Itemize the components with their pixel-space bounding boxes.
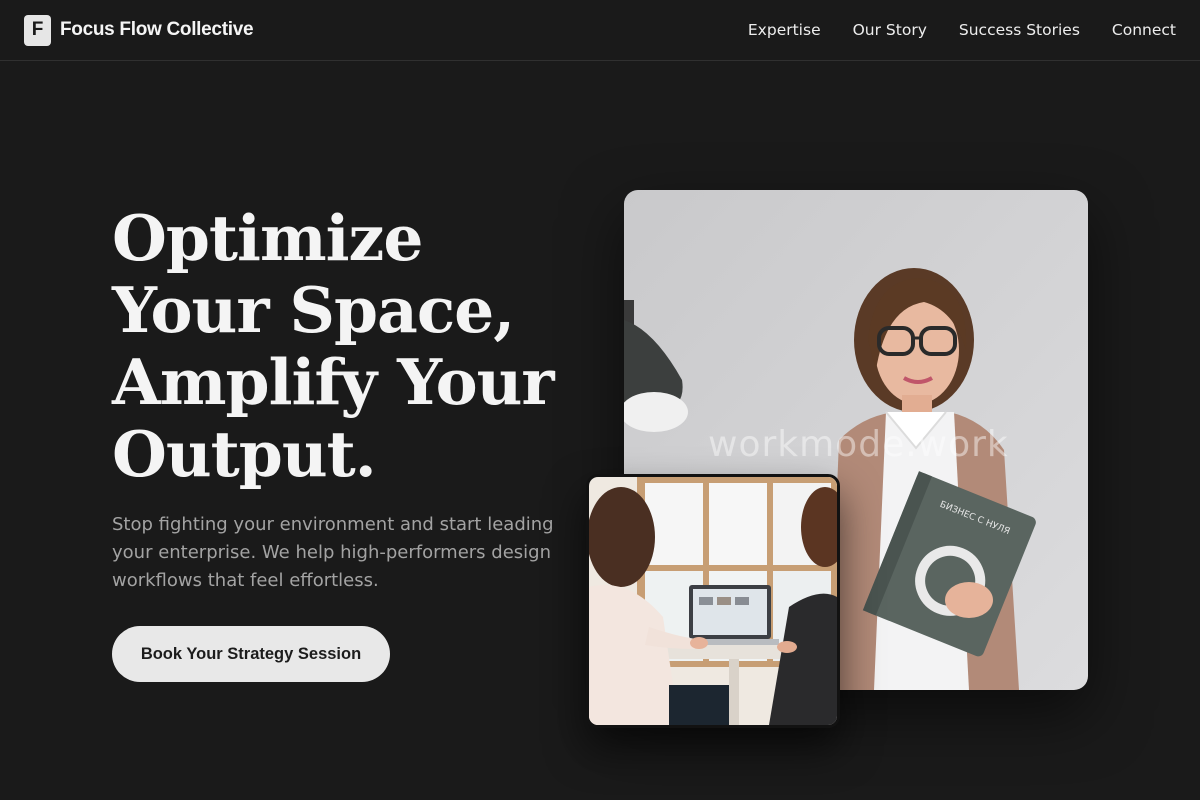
logo-mark[interactable]: F (24, 14, 51, 46)
book-strategy-session-button[interactable]: Book Your Strategy Session (112, 626, 390, 682)
main-nav: Expertise Our Story Success Stories Conn… (748, 21, 1176, 39)
brand-name[interactable]: Focus Flow Collective (60, 19, 254, 41)
nav-link-our-story[interactable]: Our Story (853, 21, 927, 39)
brand[interactable]: F Focus Flow Collective (24, 14, 254, 46)
site-header: F Focus Flow Collective Expertise Our St… (0, 0, 1200, 61)
team-at-laptop-image (589, 477, 837, 725)
nav-link-expertise[interactable]: Expertise (748, 21, 821, 39)
headline-line-2: Your Space, (112, 273, 515, 347)
headline-line-1: Optimize (112, 201, 423, 275)
headline-line-4: Output. (112, 417, 377, 491)
hero-photo-inset (586, 474, 840, 728)
nav-link-connect[interactable]: Connect (1112, 21, 1176, 39)
headline-line-3: Amplify Your (112, 345, 555, 419)
hero-headline: Optimize Your Space, Amplify Your Output… (112, 202, 582, 490)
nav-link-success-stories[interactable]: Success Stories (959, 21, 1080, 39)
image-watermark: workmode.work (708, 424, 1009, 465)
hero-subtext: Stop fighting your environment and start… (112, 514, 554, 591)
